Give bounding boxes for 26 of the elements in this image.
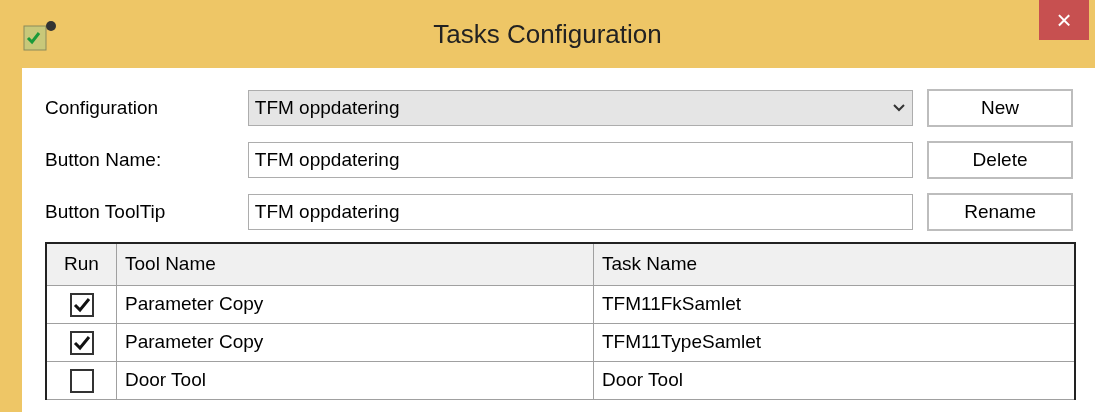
checkmark-icon bbox=[72, 296, 91, 313]
text-field[interactable]: TFM oppdatering bbox=[247, 142, 914, 178]
column-header[interactable]: Run bbox=[47, 244, 117, 285]
action-button[interactable]: New bbox=[927, 89, 1073, 127]
table-cell-text: TFM11FkSamlet bbox=[601, 292, 742, 317]
column-header[interactable]: Task Name bbox=[594, 244, 1074, 285]
run-checkbox[interactable] bbox=[69, 368, 94, 393]
field-label: Button Name: bbox=[45, 147, 163, 172]
table-cell: Parameter Copy bbox=[117, 324, 594, 361]
action-button[interactable]: Rename bbox=[927, 193, 1073, 231]
close-button[interactable]: × bbox=[1039, 0, 1089, 40]
column-header[interactable]: Tool Name bbox=[117, 244, 594, 285]
table-cell-text: Door Tool bbox=[601, 368, 684, 393]
table-cell: Door Tool bbox=[117, 362, 594, 399]
run-checkbox[interactable] bbox=[69, 292, 94, 317]
table-cell-text: TFM11TypeSamlet bbox=[601, 330, 763, 355]
field-label: Button ToolTip bbox=[45, 199, 167, 224]
window-title: Tasks Configuration bbox=[433, 17, 662, 51]
configuration-dropdown[interactable]: TFM oppdatering bbox=[247, 90, 914, 126]
run-checkbox[interactable] bbox=[69, 330, 94, 355]
action-button[interactable]: Delete bbox=[927, 141, 1073, 179]
checkmark-icon bbox=[72, 334, 91, 351]
text-field[interactable]: TFM oppdatering bbox=[247, 194, 914, 230]
table-cell: Parameter Copy bbox=[117, 286, 594, 323]
field-label: Configuration bbox=[45, 95, 160, 120]
chevron-down-icon bbox=[892, 103, 907, 113]
